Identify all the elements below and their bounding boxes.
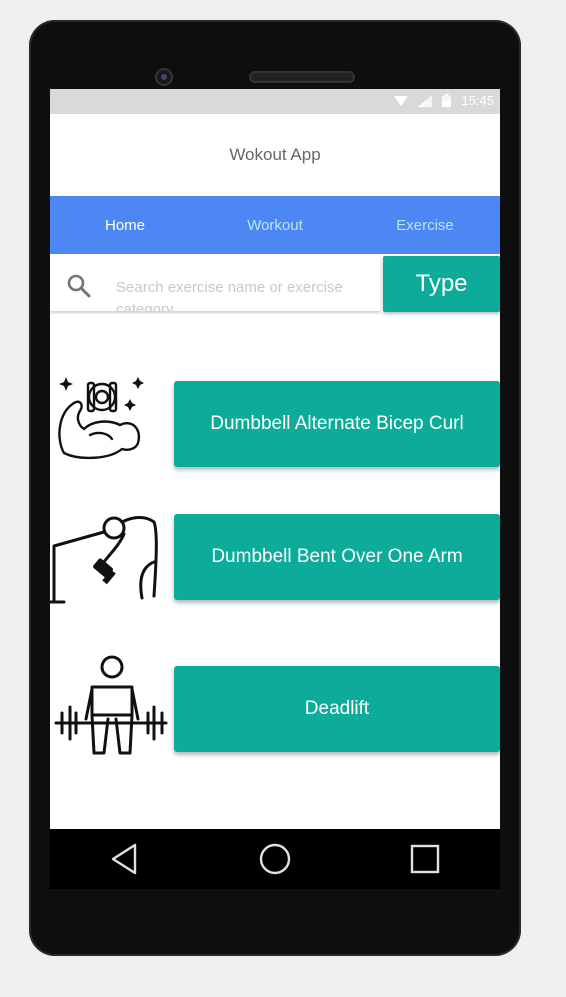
bicep-curl-icon xyxy=(58,377,144,460)
list-item: Dumbbell Bent Over One Arm xyxy=(50,514,500,604)
deadlift-icon xyxy=(54,655,168,755)
tab-bar: Home Workout Exercise xyxy=(50,196,500,254)
wifi-icon xyxy=(394,95,409,107)
status-time: 15:45 xyxy=(461,93,494,108)
status-bar: 15:45 xyxy=(50,89,500,114)
type-button[interactable]: Type xyxy=(383,256,500,312)
list-item: Deadlift xyxy=(50,655,500,755)
search-input[interactable] xyxy=(112,269,378,311)
tab-workout[interactable]: Workout xyxy=(200,196,350,254)
bent-over-row-icon xyxy=(50,516,158,604)
exercise-button-bent-over-row[interactable]: Dumbbell Bent Over One Arm xyxy=(174,514,500,600)
search-row: Search exercise name or exercise categor… xyxy=(50,255,500,313)
app-screen: 15:45 Wokout App Home Workout Exercise S… xyxy=(50,89,500,829)
list-item: Dumbbell Alternate Bicep Curl xyxy=(50,377,500,467)
battery-icon xyxy=(442,94,452,107)
android-nav-bar xyxy=(50,829,500,889)
camera xyxy=(155,68,173,86)
speaker-grille xyxy=(249,71,355,83)
app-title: Wokout App xyxy=(229,145,321,164)
back-icon[interactable] xyxy=(95,829,155,889)
exercise-button-bicep-curl[interactable]: Dumbbell Alternate Bicep Curl xyxy=(174,381,500,467)
app-title-bar: Wokout App xyxy=(50,114,500,196)
search-icon xyxy=(66,273,92,304)
search-box[interactable]: Search exercise name or exercise categor… xyxy=(50,257,380,311)
signal-icon xyxy=(418,94,433,107)
home-icon[interactable] xyxy=(245,829,305,889)
tab-exercise[interactable]: Exercise xyxy=(350,196,500,254)
exercise-button-deadlift[interactable]: Deadlift xyxy=(174,666,500,752)
tab-home[interactable]: Home xyxy=(50,196,200,254)
recents-icon[interactable] xyxy=(395,829,455,889)
